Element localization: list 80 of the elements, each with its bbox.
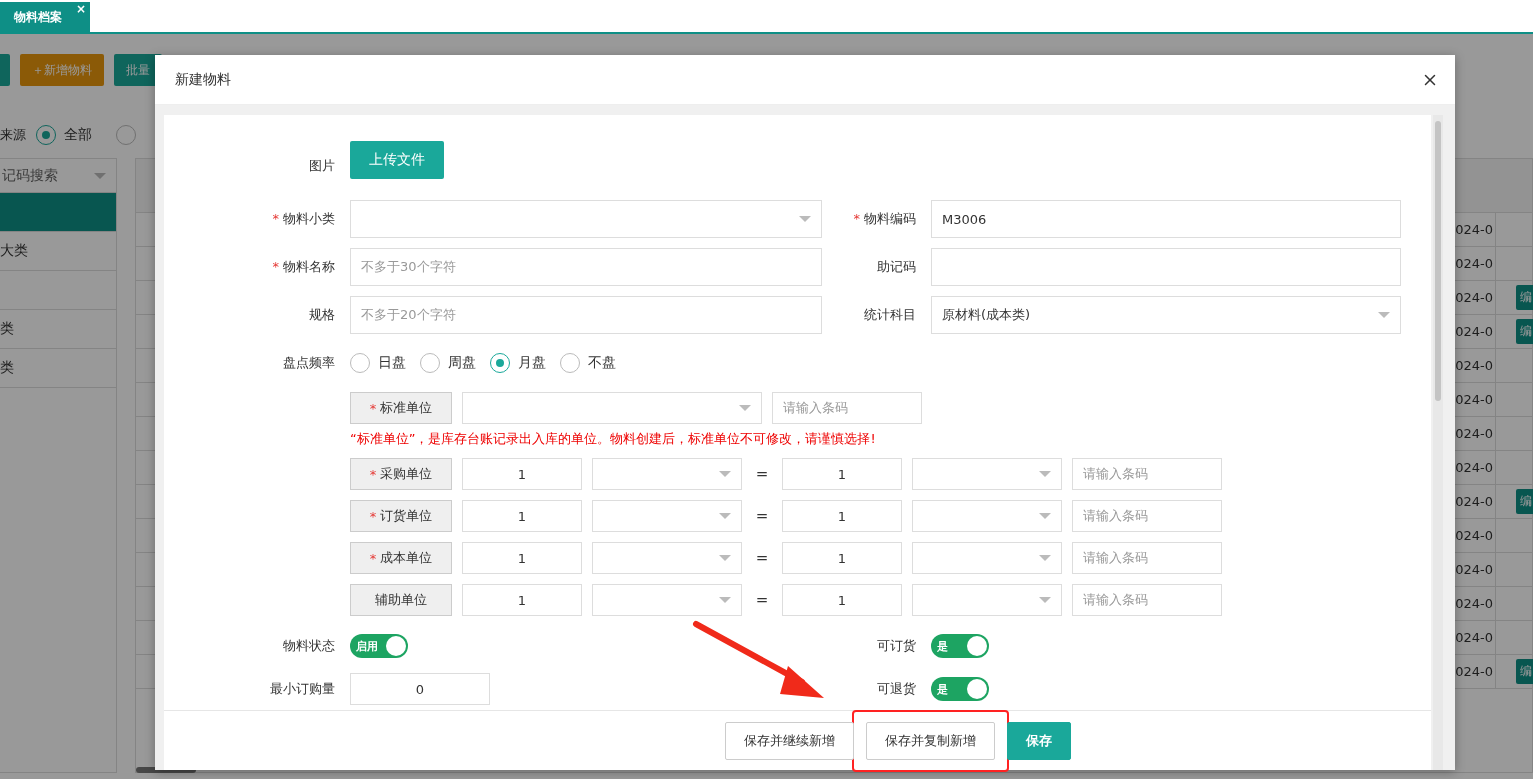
edit-button[interactable]: 编 [1516,489,1533,514]
quantity-field[interactable]: 1 [782,542,902,574]
field-label: 统计科目 [863,306,916,324]
select-field[interactable] [592,542,742,574]
equals-sign: = [754,549,770,567]
select-field[interactable] [350,200,822,238]
edit-button[interactable]: 编 [1516,659,1533,684]
unit-label: * 订货单位 [350,500,452,532]
toolbar-button[interactable]: ＋新增物料 [20,54,104,86]
radio-button[interactable] [490,353,510,373]
toggle-switch[interactable]: 启用 [350,634,408,658]
input-field[interactable] [931,248,1401,286]
radio-label: 不盘 [588,354,616,372]
equals-sign: = [754,591,770,609]
unit-label: * 成本单位 [350,542,452,574]
barcode-field[interactable]: 请输入条码 [1072,584,1222,616]
category-item[interactable] [0,193,116,232]
barcode-field[interactable]: 请输入条码 [1072,458,1222,490]
warning-text: “标准单位”，是库存台账记录出入库的单位。物料创建后，标准单位不可修改，请谨慎选择! [350,430,877,448]
barcode-field[interactable]: 请输入条码 [1072,500,1222,532]
radio-button[interactable] [36,125,56,145]
quantity-field[interactable]: 1 [782,500,902,532]
upload-button[interactable]: 上传文件 [350,141,444,179]
radio-label: 月盘 [518,354,546,372]
dialog-title: 新建物料 [175,70,231,89]
radio-label: 周盘 [448,354,476,372]
radio-button[interactable] [560,353,580,373]
quantity-field[interactable]: 1 [782,584,902,616]
radio-label: 全部 [64,126,92,144]
field-label: 盘点频率 [282,354,335,372]
footer-button[interactable]: 保存 [1006,721,1071,760]
unit-label: * 采购单位 [350,458,452,490]
field-label: 最小订购量 [269,680,335,698]
input-field[interactable]: 不多于20个字符 [350,296,822,334]
close-icon[interactable]: × [75,2,86,16]
select-field[interactable] [912,500,1062,532]
field-label: * 物料名称 [271,258,335,276]
field-label: 规格 [308,306,335,324]
input-field[interactable]: M3006 [931,200,1401,238]
scrollbar[interactable] [1433,115,1443,770]
toggle-switch[interactable]: 是 [931,634,989,658]
filter-label: 来源 [0,126,26,144]
select-field[interactable] [592,584,742,616]
equals-sign: = [754,465,770,483]
footer-button[interactable]: 保存并继续新增 [724,721,854,760]
select-field[interactable] [592,458,742,490]
input-field[interactable]: 不多于30个字符 [350,248,822,286]
toggle-switch[interactable]: 是 [931,677,989,701]
quantity-field[interactable]: 1 [462,542,582,574]
barcode-field[interactable]: 请输入条码 [1072,542,1222,574]
select-field[interactable] [462,392,762,424]
radio-button[interactable] [420,353,440,373]
select-field[interactable]: 原材料(成本类) [931,296,1401,334]
radio-label: 日盘 [378,354,406,372]
equals-sign: = [754,507,770,525]
field-label: 可退货 [876,680,916,698]
field-label: 助记码 [876,258,916,276]
select-field[interactable] [912,542,1062,574]
tab[interactable]: 物料档案 × [0,2,90,32]
unit-label: 辅助单位 [350,584,452,616]
field-label: 可订货 [876,637,916,655]
quantity-field[interactable]: 1 [462,584,582,616]
unit-label: * 标准单位 [350,392,452,424]
input-field[interactable]: 0 [350,673,490,705]
field-label: 图片 [308,156,335,175]
footer-button[interactable]: 保存并复制新增 [865,721,995,760]
quantity-field[interactable]: 1 [462,500,582,532]
quantity-field[interactable]: 1 [462,458,582,490]
radio-button[interactable] [350,353,370,373]
field-label: * 物料编码 [852,210,916,228]
field-label: * 物料小类 [271,210,335,228]
select-field[interactable] [592,500,742,532]
radio-button[interactable] [116,125,136,145]
select-field[interactable] [912,458,1062,490]
select-field[interactable] [912,584,1062,616]
edit-button[interactable]: 编 [1516,319,1533,344]
edit-button[interactable]: 编 [1516,285,1533,310]
barcode-field[interactable]: 请输入条码 [772,392,922,424]
quantity-field[interactable]: 1 [782,458,902,490]
field-label: 物料状态 [282,637,335,655]
